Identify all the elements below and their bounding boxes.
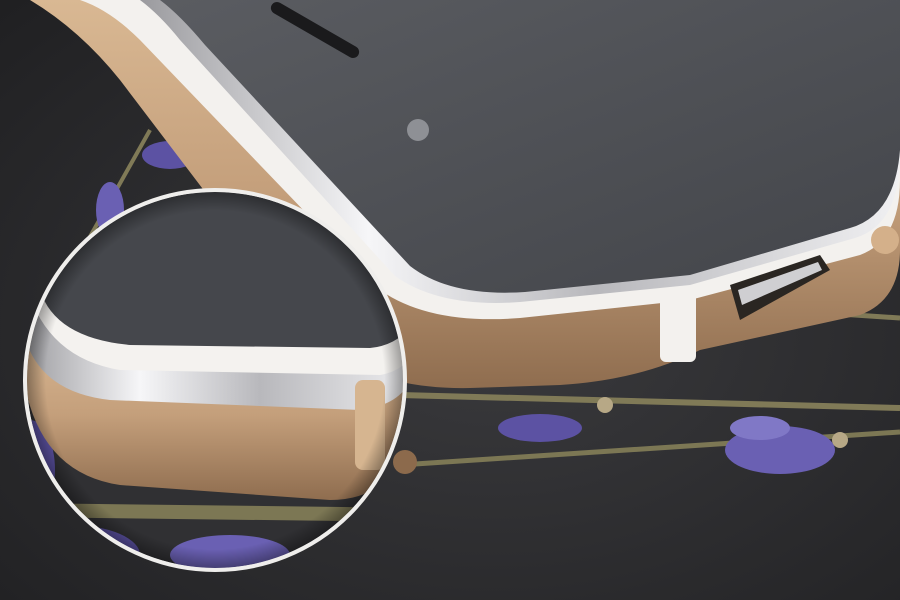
- photo-illustration: [0, 0, 900, 600]
- product-photo: [0, 0, 900, 600]
